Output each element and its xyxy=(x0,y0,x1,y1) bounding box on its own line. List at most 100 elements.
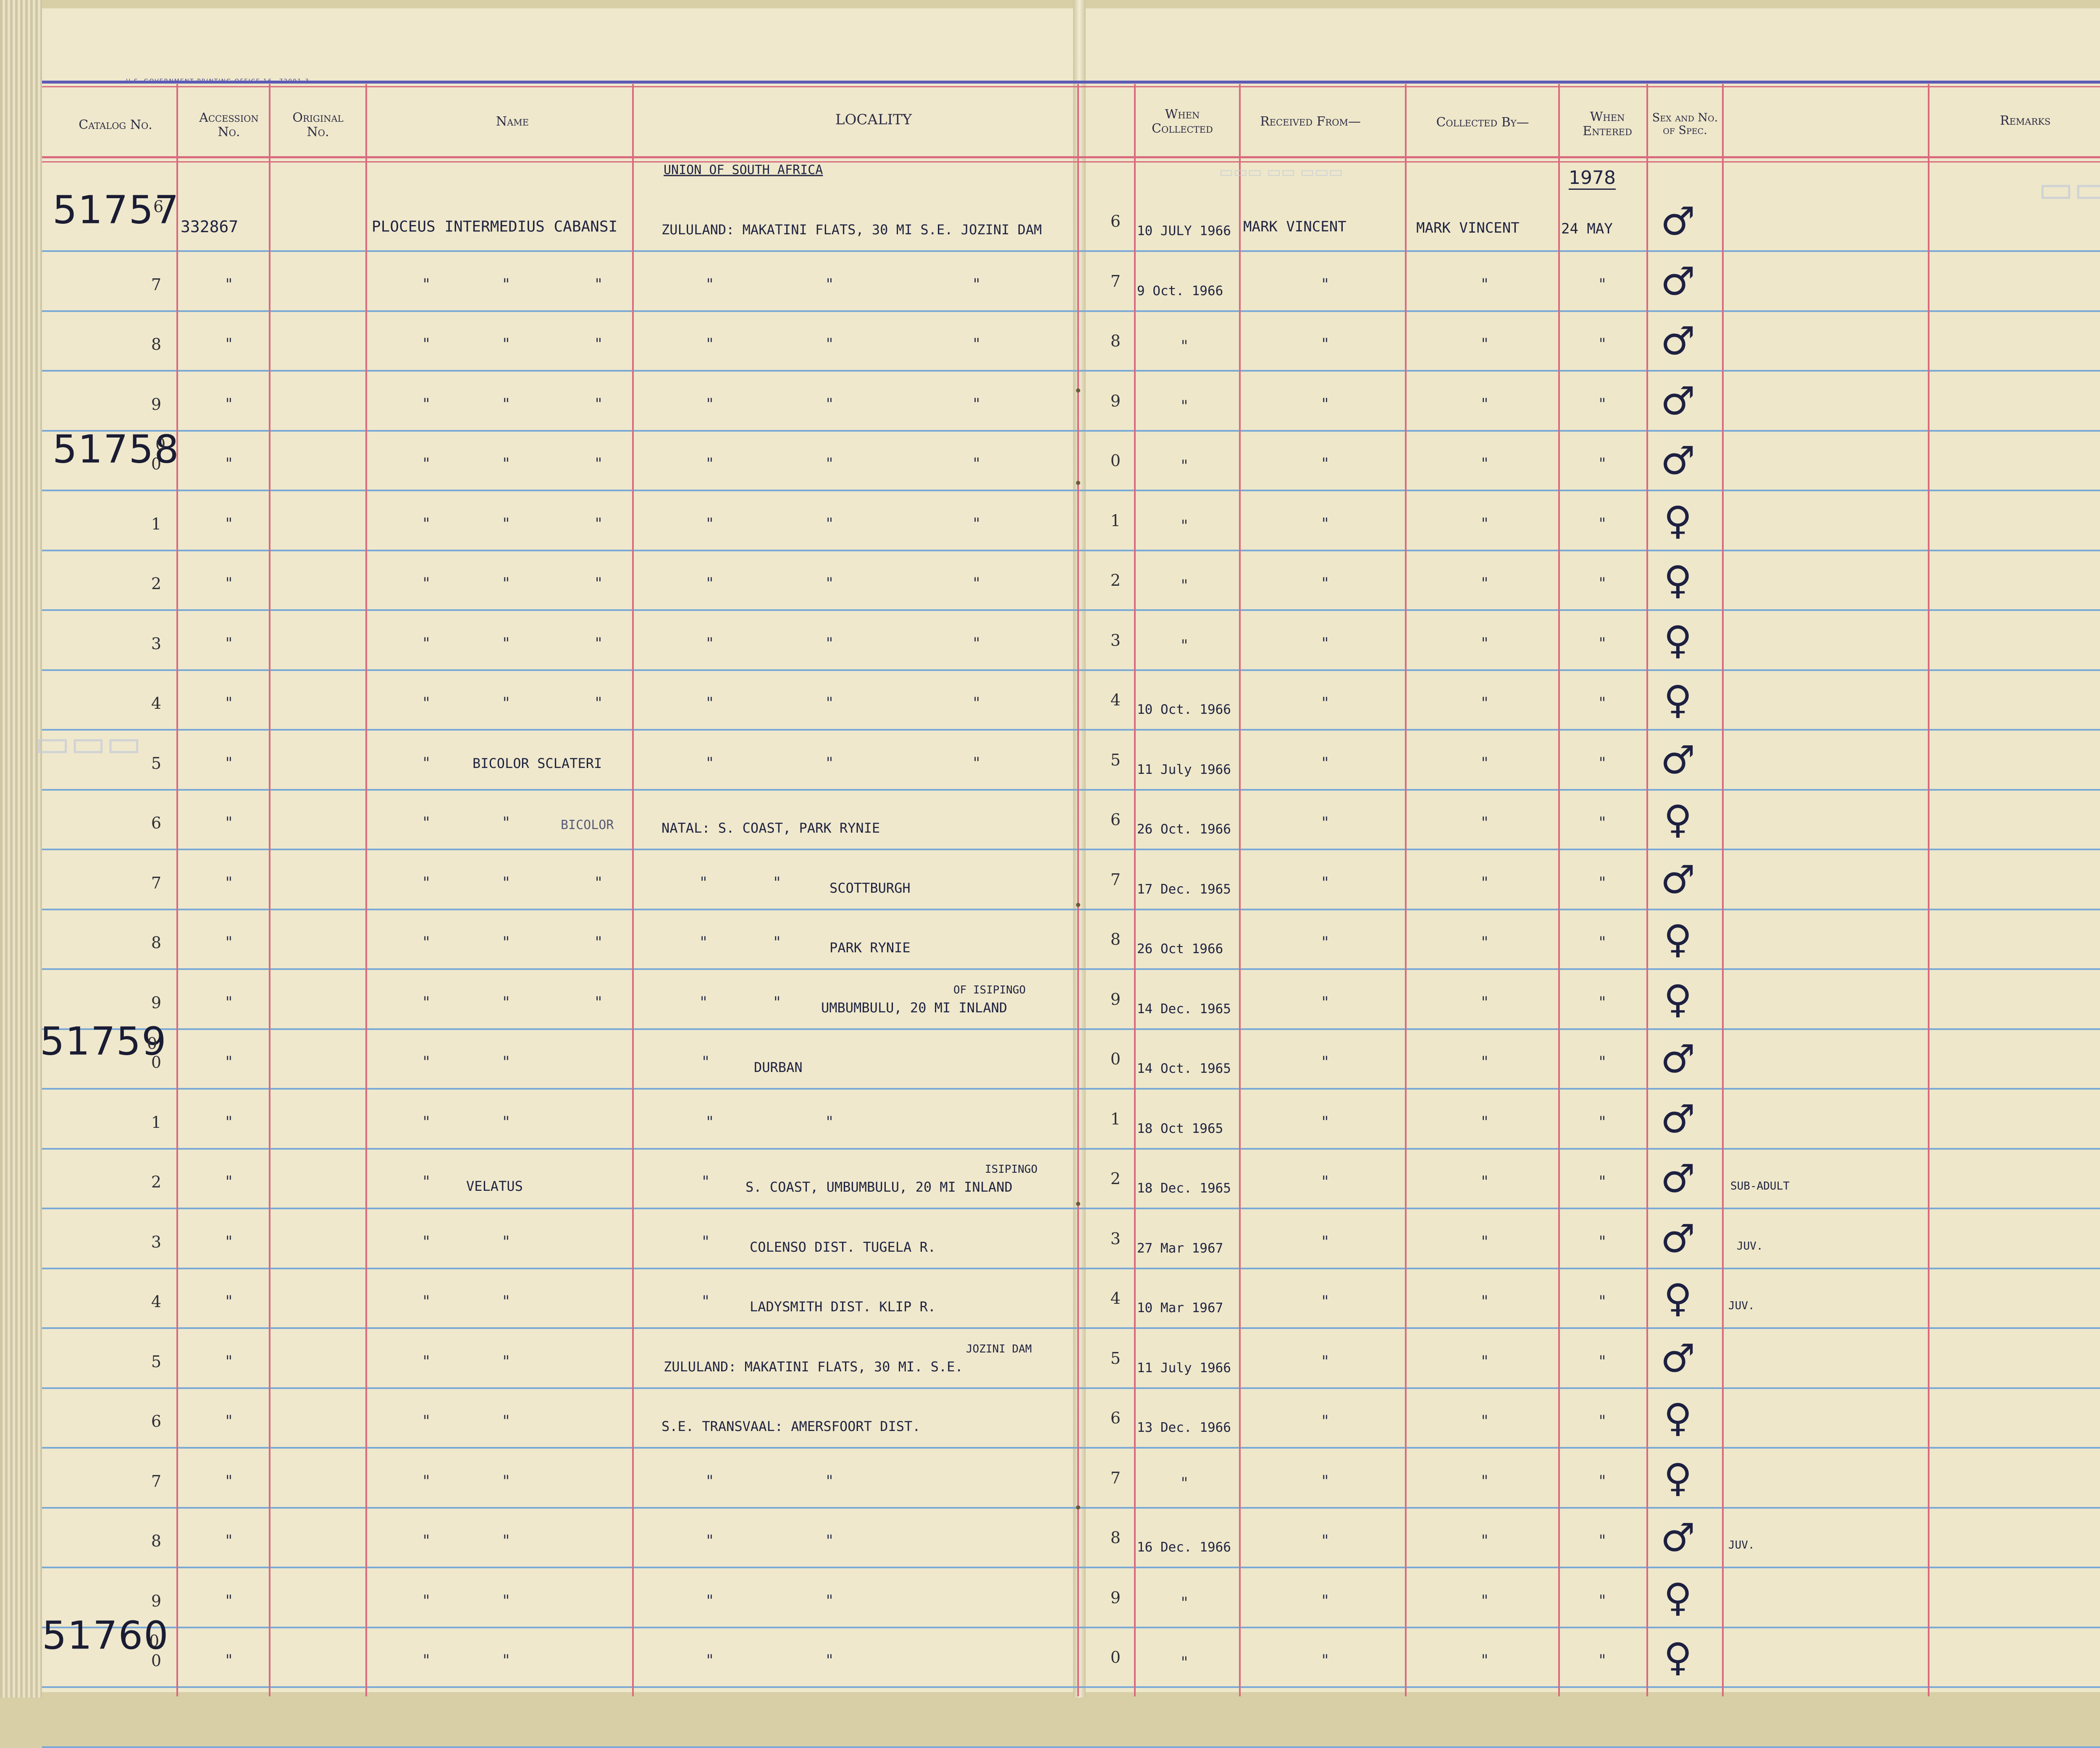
row-number-right: 0 xyxy=(1110,1648,1121,1667)
ditto-mark: " xyxy=(1599,814,1606,832)
right-page xyxy=(1079,8,2100,1692)
bleed-through-number: ▭▭▭ xyxy=(2038,167,2100,211)
ditto-mark: " xyxy=(826,396,833,413)
ditto-mark: " xyxy=(826,1473,833,1490)
ditto-mark: " xyxy=(1181,517,1188,535)
row-number-right: 5 xyxy=(1110,1349,1121,1368)
female-symbol-icon: ♀ xyxy=(1664,558,1692,603)
locality-text: S.E. TRANSVAAL: AMERSFOORT DIST. xyxy=(662,1418,921,1434)
female-symbol-icon: ♀ xyxy=(1664,1635,1692,1680)
ditto-mark: " xyxy=(1599,276,1606,293)
ditto-mark: " xyxy=(225,635,233,652)
ditto-mark: " xyxy=(595,994,602,1011)
ditto-mark: " xyxy=(1599,1114,1606,1131)
row-rule xyxy=(42,1208,2100,1209)
ditto-mark: " xyxy=(225,694,233,712)
ditto-mark: " xyxy=(1599,575,1606,592)
ditto-mark: " xyxy=(1481,694,1488,712)
binding-stitch xyxy=(1076,1505,1080,1510)
ditto-mark: " xyxy=(1481,874,1488,891)
ditto-mark: " xyxy=(1321,1054,1329,1071)
ditto-mark: " xyxy=(225,934,233,951)
ditto-mark: " xyxy=(225,1532,233,1550)
ditto-mark: " xyxy=(423,934,430,951)
male-symbol-icon: ♂ xyxy=(1660,259,1696,304)
column-rule xyxy=(1722,84,1724,1696)
male-symbol-icon: ♂ xyxy=(1660,199,1696,244)
ditto-mark: " xyxy=(1321,1592,1329,1609)
row-number-right: 7 xyxy=(1110,870,1121,889)
ditto-mark: " xyxy=(423,1114,430,1131)
row-rule xyxy=(42,968,2100,970)
header-accession: Accession No. xyxy=(199,110,259,139)
ditto-mark: " xyxy=(1321,1173,1329,1191)
row-number: 7 xyxy=(151,275,162,294)
date-collected: 13 Dec. 1966 xyxy=(1137,1420,1231,1435)
ditto-mark: " xyxy=(706,575,714,592)
row-number: 3 xyxy=(151,634,162,653)
ditto-mark: " xyxy=(826,1532,833,1550)
header-sex-spec: Sex and No. of Spec. xyxy=(1652,111,1718,137)
ditto-mark: " xyxy=(1481,994,1488,1011)
date-collected: 17 Dec. 1965 xyxy=(1137,881,1231,897)
ditto-mark: " xyxy=(423,1353,430,1370)
ditto-mark: " xyxy=(706,1652,714,1669)
row-number-right: 7 xyxy=(1110,272,1121,291)
row-number-right: 8 xyxy=(1110,930,1121,949)
row-number-right: 1 xyxy=(1110,511,1121,530)
ditto-mark: " xyxy=(1481,455,1488,473)
row-rule xyxy=(42,1327,2100,1329)
ditto-mark: " xyxy=(1481,814,1488,832)
male-symbol-icon: ♂ xyxy=(1660,438,1696,483)
row-number-right: 7 xyxy=(1110,1468,1121,1487)
locality-text: S. COAST, UMBUMBULU, 20 MI INLAND xyxy=(746,1179,1013,1195)
remarks-text: JUV. xyxy=(1728,1300,1755,1312)
ditto-mark: " xyxy=(225,1233,233,1250)
ditto-mark: " xyxy=(773,994,781,1011)
ditto-mark: " xyxy=(502,1532,510,1550)
ditto-mark: " xyxy=(1481,1413,1488,1430)
ditto-mark: " xyxy=(973,396,980,413)
ditto-mark: " xyxy=(502,994,510,1011)
ditto-mark: " xyxy=(973,575,980,592)
ditto-mark: " xyxy=(1481,335,1488,353)
male-symbol-icon: ♂ xyxy=(1660,857,1696,902)
female-symbol-icon: ♀ xyxy=(1664,677,1692,723)
ditto-mark: " xyxy=(706,694,714,712)
ditto-mark: " xyxy=(973,694,980,712)
ditto-mark: " xyxy=(1599,1173,1606,1191)
ditto-mark: " xyxy=(423,276,430,293)
ditto-mark: " xyxy=(1321,575,1329,592)
ditto-mark: " xyxy=(1181,1594,1188,1612)
row-number-right: 9 xyxy=(1110,990,1121,1009)
locality-text: COLENSO DIST. TUGELA R. xyxy=(750,1239,936,1255)
row-rule xyxy=(42,1686,2100,1688)
row-number: 9 xyxy=(151,993,162,1012)
ditto-mark: " xyxy=(423,396,430,413)
species-name: PLOCEUS INTERMEDIUS CABANSI xyxy=(372,218,618,236)
ditto-mark: " xyxy=(1321,694,1329,712)
row-rule xyxy=(42,1746,2100,1748)
row-number: 6 xyxy=(151,1412,162,1431)
bleed-through-text: ▭▭▭ ▭▭ ▭▭▭ xyxy=(1219,163,1343,181)
ditto-mark: " xyxy=(225,1353,233,1370)
ditto-mark: " xyxy=(502,515,510,532)
date-collected: 16 Dec. 1966 xyxy=(1137,1540,1231,1555)
row-number-right: 8 xyxy=(1110,1528,1121,1547)
entered-year: 1978 xyxy=(1569,167,1616,190)
row-number-right: 2 xyxy=(1110,1169,1121,1188)
ditto-mark: " xyxy=(706,1592,714,1609)
ditto-mark: " xyxy=(423,1473,430,1490)
ditto-mark: " xyxy=(1599,635,1606,652)
male-symbol-icon: ♂ xyxy=(1660,378,1696,423)
ditto-mark: " xyxy=(502,1413,510,1430)
ditto-mark: " xyxy=(706,335,714,353)
ditto-mark: " xyxy=(1599,335,1606,353)
date-collected: 14 Oct. 1965 xyxy=(1137,1061,1231,1076)
ditto-mark: " xyxy=(1599,755,1606,772)
ditto-mark: " xyxy=(1599,874,1606,891)
ditto-mark: " xyxy=(502,694,510,712)
column-rule xyxy=(1077,84,1079,1696)
ditto-mark: " xyxy=(1321,1413,1329,1430)
remarks-text: JUV. xyxy=(1728,1539,1755,1551)
